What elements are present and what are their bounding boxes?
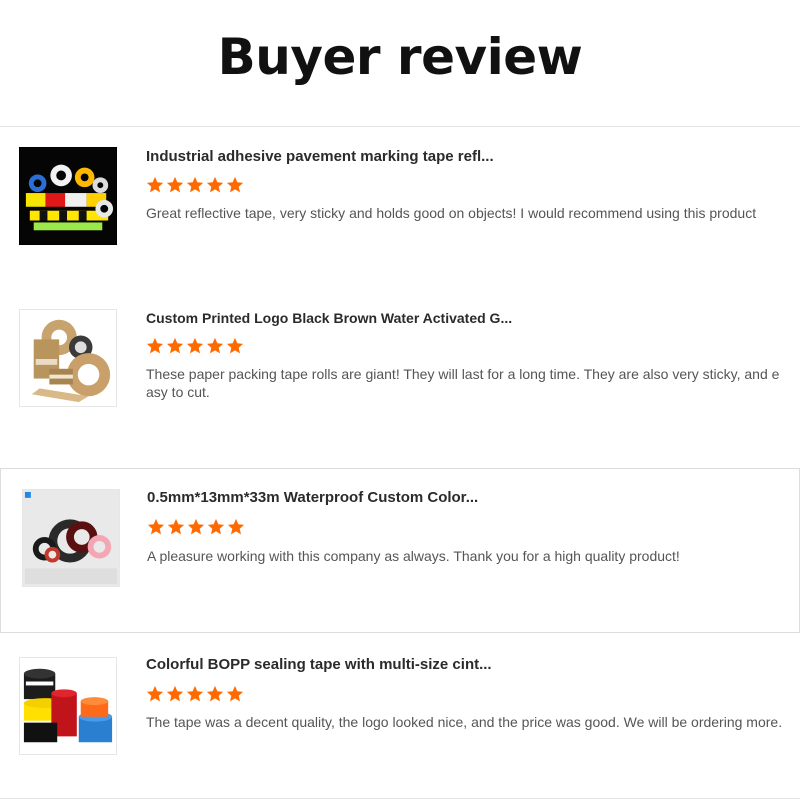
review-product-title[interactable]: Industrial adhesive pavement marking tap… (146, 148, 494, 165)
foam-tape-thumbnail[interactable] (22, 489, 120, 587)
star-icon (166, 685, 184, 702)
kraft-paper-tape-photo-icon (20, 310, 116, 406)
rating-stars (146, 176, 244, 194)
foam-tape-photo-icon (23, 490, 119, 586)
star-icon (206, 685, 224, 702)
review-text: The tape was a decent quality, the logo … (146, 714, 783, 730)
star-icon (166, 337, 184, 354)
star-icon (226, 337, 244, 354)
review-item: 0.5mm*13mm*33m Waterproof Custom Color..… (0, 468, 800, 633)
star-icon (166, 176, 184, 193)
star-icon (227, 518, 245, 535)
star-icon (147, 518, 165, 535)
divider (0, 798, 800, 799)
review-item: Colorful BOPP sealing tape with multi-si… (0, 633, 800, 800)
review-product-title[interactable]: Custom Printed Logo Black Brown Water Ac… (146, 310, 512, 326)
rating-stars (146, 685, 244, 703)
star-icon (146, 337, 164, 354)
star-icon (146, 685, 164, 702)
star-icon (167, 518, 185, 535)
bopp-sealing-tape-photo-icon (20, 658, 116, 754)
review-text: Great reflective tape, very sticky and h… (146, 205, 757, 221)
review-item: Industrial adhesive pavement marking tap… (0, 127, 800, 290)
star-icon (186, 685, 204, 702)
star-icon (206, 337, 224, 354)
review-item: Custom Printed Logo Black Brown Water Ac… (0, 290, 800, 468)
review-product-title[interactable]: Colorful BOPP sealing tape with multi-si… (146, 656, 492, 673)
kraft-paper-tape-thumbnail[interactable] (19, 309, 117, 407)
page-title: Buyer review (217, 28, 583, 86)
star-icon (226, 685, 244, 702)
star-icon (206, 176, 224, 193)
rating-stars (147, 518, 245, 536)
star-icon (186, 176, 204, 193)
bopp-sealing-tape-thumbnail[interactable] (19, 657, 117, 755)
review-text: A pleasure working with this company as … (147, 548, 680, 564)
star-icon (207, 518, 225, 535)
star-icon (226, 176, 244, 193)
star-icon (186, 337, 204, 354)
reflective-tape-thumbnail[interactable] (19, 147, 117, 245)
star-icon (146, 176, 164, 193)
star-icon (187, 518, 205, 535)
reflective-tape-photo-icon (20, 148, 116, 244)
rating-stars (146, 337, 244, 355)
review-text: These paper packing tape rolls are giant… (146, 366, 780, 400)
review-product-title[interactable]: 0.5mm*13mm*33m Waterproof Custom Color..… (147, 489, 478, 506)
